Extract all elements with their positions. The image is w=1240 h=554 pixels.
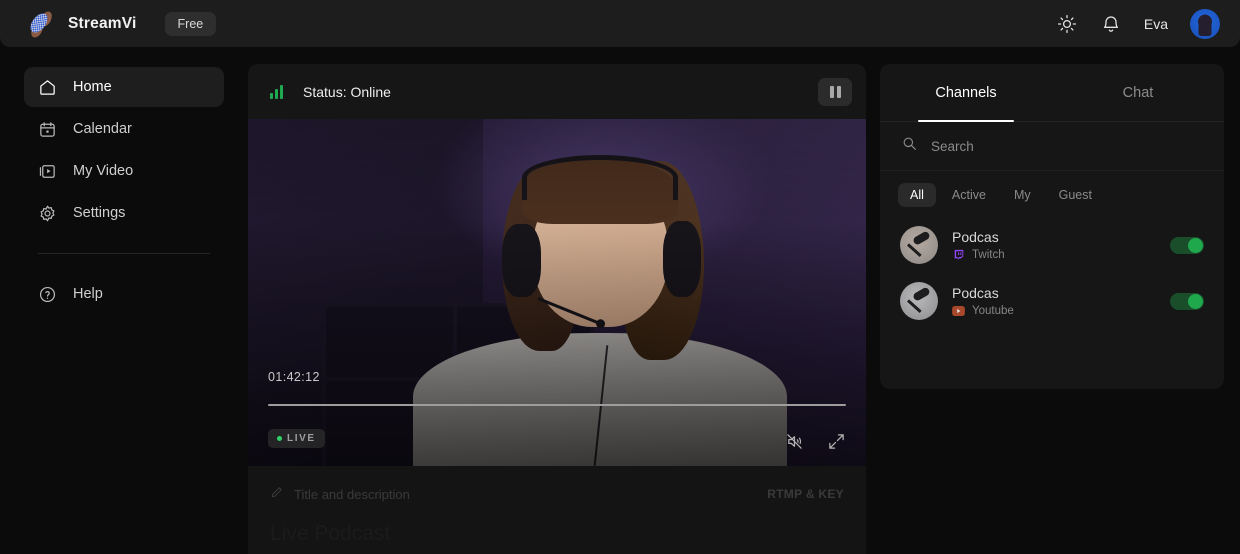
app-root: StreamVi Free Eva Home Calendar My Video… [0, 0, 1240, 554]
edit-title-button[interactable]: Title and description [270, 486, 410, 502]
home-icon [38, 78, 57, 97]
channel-platform: Youtube [952, 304, 1014, 317]
pencil-icon [270, 486, 283, 502]
channel-meta: Podcas Twitch [952, 229, 1005, 261]
app-header: StreamVi Free Eva [0, 0, 1240, 47]
sidebar: Home Calendar My Video Settings Help [0, 47, 248, 554]
search-input[interactable] [931, 138, 1202, 154]
twitch-icon [952, 248, 965, 261]
sidebar-item-label: Settings [73, 205, 126, 221]
channel-toggle[interactable] [1170, 292, 1204, 310]
channel-name: Podcas [952, 229, 999, 245]
channel-name: Podcas [952, 285, 999, 301]
live-dot-icon [277, 436, 282, 441]
sidebar-item-my-video[interactable]: My Video [24, 151, 224, 191]
side-panel: Channels Chat All Active My Guest Podcas [880, 64, 1224, 389]
main-content: Status: Online 01:42:12 LIVE Title and d… [248, 47, 880, 554]
sidebar-item-home[interactable]: Home [24, 67, 224, 107]
channel-meta: Podcas Youtube [952, 285, 1014, 317]
youtube-icon [952, 304, 965, 317]
sidebar-item-calendar[interactable]: Calendar [24, 109, 224, 149]
butterfly-logo [26, 10, 56, 38]
live-badge[interactable]: LIVE [268, 429, 325, 448]
search-icon [902, 136, 917, 156]
channel-list-item[interactable]: Podcas Twitch [880, 217, 1224, 273]
sidebar-item-help[interactable]: Help [24, 274, 224, 314]
video-player[interactable]: 01:42:12 LIVE [248, 119, 866, 466]
channel-filters: All Active My Guest [880, 171, 1224, 217]
gear-icon [38, 204, 57, 223]
sidebar-item-label: Calendar [73, 121, 132, 137]
panel-tabs: Channels Chat [880, 64, 1224, 122]
pause-button[interactable] [818, 77, 852, 106]
sidebar-divider [38, 253, 210, 254]
muted-speaker-icon[interactable] [784, 431, 804, 451]
rtmp-key-button[interactable]: RTMP & KEY [767, 487, 844, 501]
video-controls [784, 431, 846, 451]
user-name[interactable]: Eva [1144, 16, 1168, 32]
status-bar: Status: Online [248, 64, 866, 119]
video-icon [38, 162, 57, 181]
sun-icon[interactable] [1056, 13, 1078, 35]
sidebar-item-label: My Video [73, 163, 134, 179]
status-text: Status: Online [303, 83, 391, 100]
tab-chat[interactable]: Chat [1052, 64, 1224, 121]
filter-chip-guest[interactable]: Guest [1047, 183, 1104, 207]
microphone-avatar [900, 226, 938, 264]
channel-list-item[interactable]: Podcas Youtube [880, 273, 1224, 329]
tab-channels[interactable]: Channels [880, 64, 1052, 122]
stream-title: Live Podcast [270, 522, 391, 545]
video-progress-bar[interactable] [268, 404, 846, 406]
avatar[interactable] [1190, 8, 1220, 39]
signal-bars-icon [270, 84, 283, 99]
plan-badge[interactable]: Free [164, 11, 217, 36]
filter-chip-my[interactable]: My [1002, 183, 1043, 207]
video-frame [248, 119, 866, 466]
edit-title-label: Title and description [294, 486, 410, 502]
search-row [880, 122, 1224, 171]
live-label: LIVE [287, 433, 316, 444]
filter-chip-all[interactable]: All [898, 183, 936, 207]
brand-name: StreamVi [68, 14, 137, 32]
video-footer-top: Title and description RTMP & KEY [270, 486, 844, 502]
channel-platform: Twitch [952, 248, 1005, 261]
sidebar-item-label: Help [73, 286, 103, 302]
calendar-icon [38, 120, 57, 139]
sidebar-item-label: Home [73, 79, 112, 95]
microphone-avatar [900, 282, 938, 320]
header-actions: Eva [1056, 8, 1240, 39]
help-circle-icon [38, 285, 57, 304]
brand[interactable]: StreamVi Free [0, 10, 217, 38]
expand-icon[interactable] [826, 431, 846, 451]
channel-platform-label: Youtube [972, 304, 1014, 317]
sidebar-item-settings[interactable]: Settings [24, 193, 224, 233]
bell-icon[interactable] [1100, 13, 1122, 35]
video-timecode: 01:42:12 [268, 370, 320, 384]
video-footer: Title and description RTMP & KEY Live Po… [248, 466, 866, 554]
filter-chip-active[interactable]: Active [940, 183, 998, 207]
channel-platform-label: Twitch [972, 248, 1005, 261]
channel-toggle[interactable] [1170, 236, 1204, 254]
